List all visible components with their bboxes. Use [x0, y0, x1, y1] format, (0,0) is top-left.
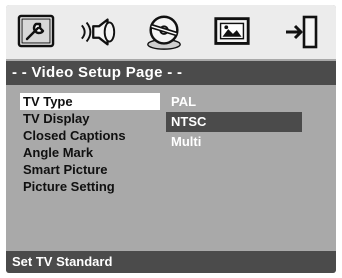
setup-menu: TV Type TV Display Closed Captions Angle… — [20, 93, 160, 195]
video-setup-icon[interactable] — [144, 12, 184, 52]
menu-item-closed-captions[interactable]: Closed Captions — [20, 127, 160, 144]
menu-item-angle-mark[interactable]: Angle Mark — [20, 144, 160, 161]
tv-type-options: PAL NTSC Multi — [166, 92, 302, 152]
option-ntsc[interactable]: NTSC — [166, 112, 302, 132]
exit-icon[interactable] — [282, 12, 322, 52]
menu-item-picture-setting[interactable]: Picture Setting — [20, 178, 160, 195]
menu-item-tv-display[interactable]: TV Display — [20, 110, 160, 127]
audio-setup-icon[interactable] — [78, 12, 118, 52]
menu-item-tv-type[interactable]: TV Type — [20, 93, 160, 110]
osd-screen: - - Video Setup Page - - TV Type TV Disp… — [6, 5, 336, 273]
page-title: - - Video Setup Page - - — [6, 61, 336, 85]
option-pal[interactable]: PAL — [166, 92, 302, 112]
menu-item-smart-picture[interactable]: Smart Picture — [20, 161, 160, 178]
general-setup-icon[interactable] — [16, 12, 56, 52]
option-multi[interactable]: Multi — [166, 132, 302, 152]
preference-setup-icon[interactable] — [212, 12, 252, 52]
setup-icon-bar — [6, 5, 336, 59]
status-bar: Set TV Standard — [6, 251, 336, 273]
